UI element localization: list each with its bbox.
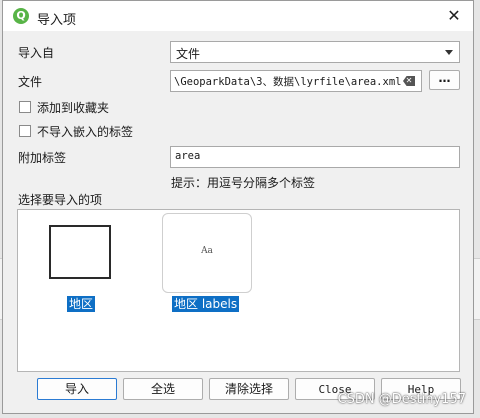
select-items-label: 选择要导入的项 [18,193,103,207]
no-embedded-tags-checkbox[interactable] [19,125,31,137]
file-path-value: \GeoparkData\3、数据\lyrfile\area.xml [174,76,402,88]
add-to-favorites-label: 添加到收藏夹 [37,101,110,115]
add-to-favorites-checkbox[interactable] [19,101,31,113]
extra-tags-input[interactable]: area [170,146,460,168]
import-from-label: 导入自 [18,46,55,60]
window-title: 导入项 [37,13,77,28]
extra-tags-value: area [175,150,201,162]
chevron-down-icon [445,50,453,55]
tags-hint: 提示：用逗号分隔多个标签 [171,176,316,190]
import-from-value: 文件 [176,47,201,61]
qgis-logo-icon: Q [13,8,29,24]
extra-tags-label: 附加标签 [18,151,67,165]
label-preview-text: Aa [201,246,213,256]
title-bar[interactable]: Q 导入项 ✕ [3,1,473,31]
no-embedded-tags-label: 不导入嵌入的标签 [37,125,134,139]
item-label-area-labels[interactable]: 地区 labels [172,296,240,312]
select-all-button[interactable]: 全选 [123,378,203,400]
fill-symbol-preview[interactable] [49,225,111,279]
import-from-dropdown[interactable]: 文件 [170,41,460,63]
backspace-clear-icon[interactable]: ✕ [403,76,415,86]
import-button[interactable]: 导入 [37,378,117,400]
browse-button[interactable]: … [429,70,460,90]
label-symbol-preview[interactable]: Aa [162,213,252,293]
file-label: 文件 [18,75,43,89]
item-label-area[interactable]: 地区 [67,296,96,312]
clear-selection-button[interactable]: 清除选择 [209,378,289,400]
file-path-input[interactable]: \GeoparkData\3、数据\lyrfile\area.xml ✕ [170,70,422,92]
close-icon[interactable]: ✕ [443,5,465,27]
watermark: CSDN @Destiny157 [337,392,466,407]
